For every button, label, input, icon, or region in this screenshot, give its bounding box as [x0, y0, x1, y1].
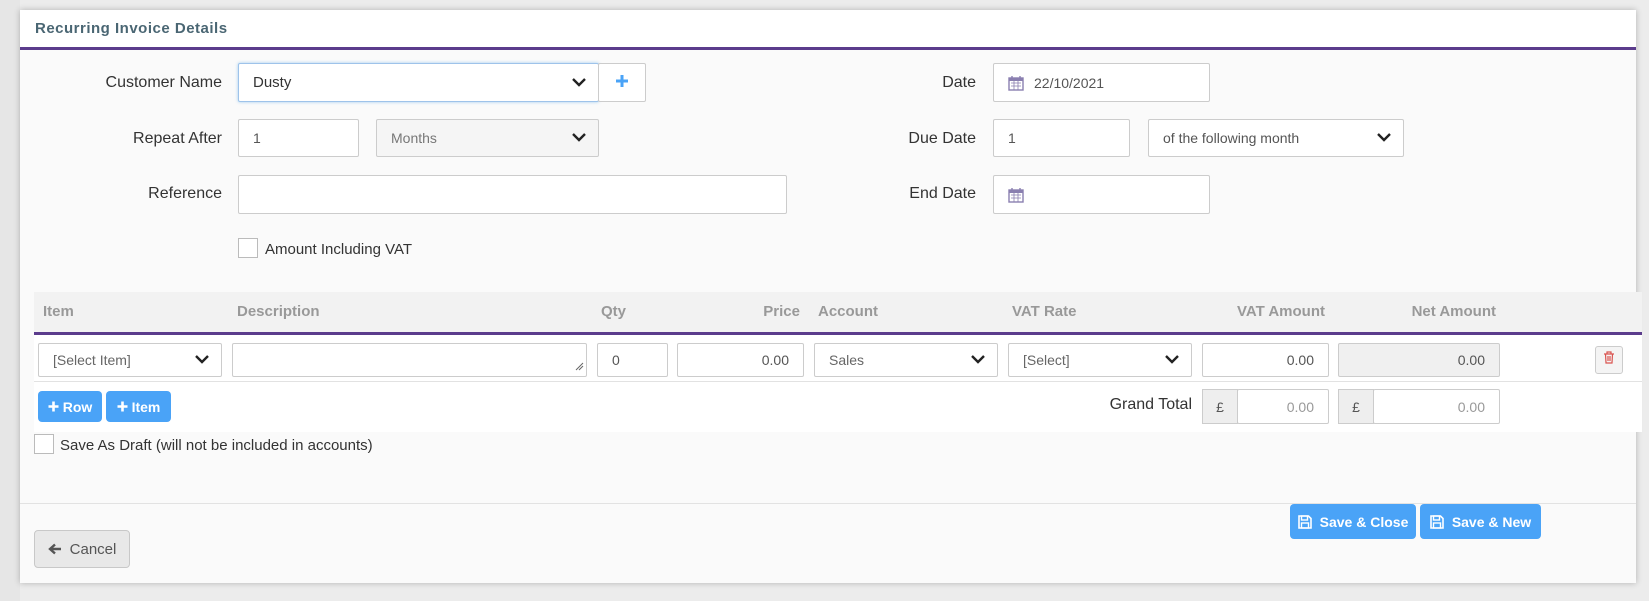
add-item-label: Item [131, 398, 161, 415]
due-date-term-value: of the following month [1163, 130, 1300, 146]
column-header-net-amount: Net Amount [1411, 303, 1496, 320]
customer-name-value: Dusty [253, 74, 292, 91]
modal-title: Recurring Invoice Details [35, 20, 228, 37]
add-row-button[interactable]: Row [38, 391, 102, 422]
floppy-disk-icon [1430, 514, 1444, 529]
customer-name-select[interactable]: Dusty [238, 63, 599, 102]
due-date-value: 1 [1008, 130, 1016, 146]
vat-rate-select[interactable]: [Select] [1008, 343, 1192, 377]
grand-total-vat-field: 0.00 [1237, 389, 1329, 424]
delete-row-button[interactable] [1595, 346, 1623, 374]
net-currency-addon: £ [1338, 389, 1374, 424]
account-select-value: Sales [829, 352, 865, 368]
chevron-down-icon [572, 132, 586, 144]
item-select[interactable]: [Select Item] [38, 343, 222, 377]
repeat-period-value: Months [391, 130, 437, 146]
column-header-vat-rate: VAT Rate [1012, 303, 1077, 320]
arrow-left-icon [47, 543, 62, 555]
vat-rate-select-value: [Select] [1023, 352, 1070, 368]
chevron-down-icon [195, 354, 209, 366]
calendar-icon [1008, 75, 1024, 91]
qty-value: 0 [612, 352, 620, 368]
save-close-label: Save & Close [1319, 513, 1409, 530]
add-customer-button[interactable] [598, 63, 646, 102]
save-as-draft-checkbox[interactable] [34, 434, 54, 454]
column-header-item: Item [43, 303, 74, 320]
grand-total-net-field: 0.00 [1373, 389, 1500, 424]
column-header-price: Price [763, 303, 800, 320]
save-new-button[interactable]: Save & New [1420, 504, 1541, 539]
customer-name-label: Customer Name [105, 74, 222, 91]
date-label: Date [942, 74, 976, 91]
end-date-input[interactable] [993, 175, 1210, 214]
calendar-icon [1008, 187, 1024, 203]
vat-amount-value: 0.00 [1286, 352, 1314, 368]
recurring-invoice-modal: Recurring Invoice Details Customer Name … [20, 10, 1642, 583]
price-value: 0.00 [761, 352, 789, 368]
vat-amount-input[interactable]: 0.00 [1202, 343, 1329, 377]
column-header-description: Description [237, 303, 320, 320]
date-input[interactable]: 22/10/2021 [993, 63, 1210, 102]
column-header-account: Account [818, 303, 878, 320]
trash-icon [1603, 351, 1615, 369]
cancel-label: Cancel [69, 540, 117, 558]
amount-including-vat-checkbox[interactable] [238, 238, 258, 258]
grand-total-label: Grand Total [1109, 396, 1192, 413]
plus-icon [117, 401, 128, 412]
date-value: 22/10/2021 [1034, 74, 1105, 91]
chevron-down-icon [1377, 132, 1391, 144]
repeat-after-value: 1 [253, 130, 261, 146]
due-date-label: Due Date [908, 130, 976, 147]
qty-input[interactable]: 0 [597, 343, 668, 377]
due-date-input[interactable]: 1 [993, 119, 1130, 157]
grand-total-vat-value: 0.00 [1286, 398, 1314, 415]
plus-icon [615, 74, 629, 91]
save-as-draft-label: Save As Draft (will not be included in a… [60, 437, 373, 454]
reference-input[interactable] [238, 175, 787, 214]
reference-label: Reference [148, 185, 222, 202]
cancel-button[interactable]: Cancel [34, 530, 130, 568]
item-select-value: [Select Item] [53, 352, 131, 368]
background-edge [0, 0, 20, 601]
amount-including-vat-label: Amount Including VAT [265, 241, 413, 258]
column-header-qty: Qty [601, 303, 627, 320]
save-close-button[interactable]: Save & Close [1290, 504, 1416, 539]
resize-handle-icon [574, 358, 584, 374]
floppy-disk-icon [1297, 514, 1312, 529]
add-item-button[interactable]: Item [106, 391, 171, 422]
end-date-label: End Date [909, 185, 976, 202]
repeat-after-input[interactable]: 1 [238, 119, 359, 157]
net-amount-field: 0.00 [1338, 343, 1500, 377]
column-header-vat-amount: VAT Amount [1236, 303, 1325, 320]
plus-icon [48, 401, 59, 412]
grand-total-net-value: 0.00 [1457, 398, 1485, 415]
repeat-period-select[interactable]: Months [376, 119, 599, 157]
line-items-header: Item Description Qty Price Account VAT R… [34, 292, 1642, 335]
save-new-label: Save & New [1451, 513, 1532, 530]
chevron-down-icon [971, 354, 985, 366]
price-input[interactable]: 0.00 [677, 343, 804, 377]
repeat-after-label: Repeat After [133, 130, 222, 147]
account-select[interactable]: Sales [814, 343, 998, 377]
description-textarea[interactable] [232, 343, 587, 377]
add-row-label: Row [62, 398, 93, 415]
chevron-down-icon [572, 77, 586, 89]
net-amount-value: 0.00 [1457, 352, 1485, 368]
due-date-term-select[interactable]: of the following month [1148, 119, 1404, 157]
modal-header: Recurring Invoice Details [20, 10, 1636, 50]
vat-currency-addon: £ [1202, 389, 1238, 424]
chevron-down-icon [1165, 354, 1179, 366]
